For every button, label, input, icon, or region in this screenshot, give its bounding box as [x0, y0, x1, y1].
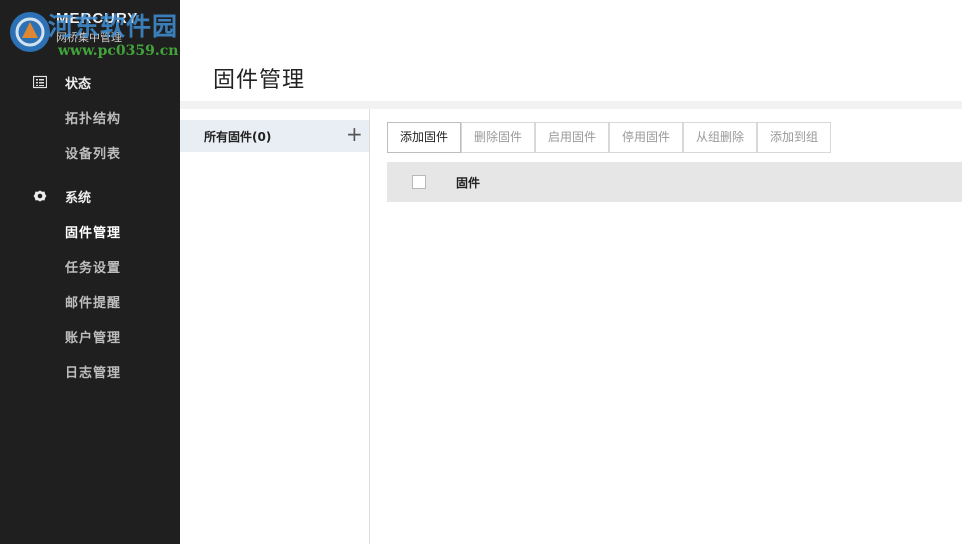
sidebar-item-topology[interactable]: 拓扑结构: [0, 100, 180, 134]
watermark-url: www.pc0359.cn: [58, 43, 179, 59]
gear-icon: [33, 190, 47, 202]
nav-group-label: 系统: [65, 191, 92, 206]
sidebar-item-label: 拓扑结构: [65, 112, 122, 127]
sidebar-item-label: 固件管理: [65, 226, 122, 241]
group-item-count: (0): [252, 130, 272, 144]
status-list-icon: [33, 75, 47, 89]
sidebar-item-accounts[interactable]: 账户管理: [0, 319, 180, 353]
delete-firmware-button[interactable]: 删除固件: [461, 122, 535, 153]
remove-from-group-button[interactable]: 从组删除: [683, 122, 757, 153]
column-header-firmware: 固件: [456, 176, 481, 190]
logo-area: MERCURY 网桥集中管理 河东软件园 www.pc0359.cn: [0, 0, 180, 60]
sidebar-item-logs[interactable]: 日志管理: [0, 354, 180, 388]
watermark-text: 河东软件园: [48, 12, 179, 41]
sidebar-item-label: 邮件提醒: [65, 296, 122, 311]
sidebar-item-label: 日志管理: [65, 366, 122, 381]
nav-group-system[interactable]: 系统: [0, 179, 180, 213]
sidebar-item-label: 任务设置: [65, 261, 122, 276]
logo-icon: [10, 12, 50, 52]
page-title: 固件管理: [213, 68, 306, 93]
group-item-all-firmware[interactable]: 所有固件(0) +: [180, 120, 369, 152]
sidebar-item-task-settings[interactable]: 任务设置: [0, 249, 180, 283]
header-divider: [180, 101, 962, 109]
sidebar: MERCURY 网桥集中管理 河东软件园 www.pc0359.cn 状态 拓扑…: [0, 0, 180, 544]
sidebar-item-device-list[interactable]: 设备列表: [0, 135, 180, 169]
select-all-checkbox[interactable]: [412, 175, 426, 189]
sidebar-item-email-alerts[interactable]: 邮件提醒: [0, 284, 180, 318]
disable-firmware-button[interactable]: 停用固件: [609, 122, 683, 153]
add-firmware-button[interactable]: 添加固件: [387, 122, 461, 153]
nav-group-label: 状态: [65, 77, 92, 92]
group-item-label: 所有固件(0): [204, 130, 272, 144]
sidebar-item-label: 设备列表: [65, 147, 122, 162]
sidebar-item-label: 账户管理: [65, 331, 122, 346]
sidebar-item-firmware[interactable]: 固件管理: [0, 214, 180, 248]
plus-icon[interactable]: +: [346, 122, 363, 146]
table-header: 固件: [387, 162, 962, 202]
add-to-group-button[interactable]: 添加到组: [757, 122, 831, 153]
nav-group-status[interactable]: 状态: [0, 65, 180, 99]
enable-firmware-button[interactable]: 启用固件: [535, 122, 609, 153]
firmware-group-panel: 所有固件(0) +: [180, 109, 370, 544]
